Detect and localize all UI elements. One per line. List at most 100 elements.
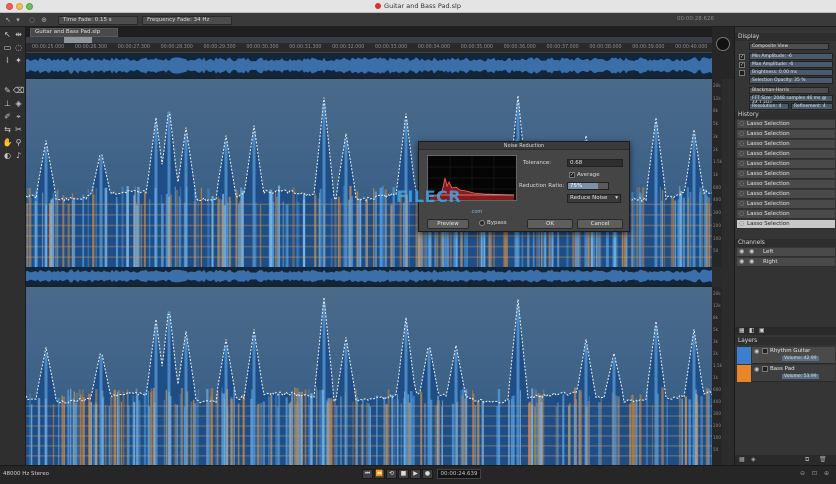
brush-tool-icon[interactable]: ✐ <box>2 111 13 122</box>
refinement-field[interactable]: Refinement: 4 <box>791 103 833 110</box>
spectrogram-right-channel[interactable] <box>26 287 712 465</box>
speaker-tool-icon[interactable]: ♪ <box>13 150 24 161</box>
vertical-scrollbar[interactable] <box>722 79 734 465</box>
layer-duplicate-icon[interactable]: ⧉ <box>805 456 809 464</box>
history-item[interactable]: ◌ Lasso Selection <box>737 150 835 159</box>
rect-select-tool-icon[interactable]: ▭ <box>2 42 13 53</box>
cancel-button[interactable]: Cancel <box>577 219 623 229</box>
frequency-fade-field[interactable]: Frequency Fade: 34 Hz <box>142 16 232 25</box>
ok-button[interactable]: OK <box>527 219 573 229</box>
max-amplitude-slider[interactable]: Max Amplitude: -6 <box>749 61 833 68</box>
time-ruler[interactable]: 00:00:25.000 00:00:26.300 00:00:27.300 00:0… <box>26 43 712 53</box>
frequency-tick-label: 600 <box>713 387 721 392</box>
history-item[interactable]: ◌ Lasso Selection <box>737 200 835 209</box>
layer-row[interactable]: ◉ Bass Pad Volume: 53.99 <box>752 365 835 382</box>
history-item[interactable]: ◌ Lasso Selection <box>737 220 835 229</box>
eye-icon[interactable]: ◉ <box>739 258 744 266</box>
eye-icon[interactable]: ◉ <box>754 348 759 355</box>
lasso-mode-icon[interactable]: ◌ <box>28 16 36 24</box>
tolerance-input[interactable]: 0.68 <box>567 159 623 167</box>
eraser-tool-icon[interactable]: ⌫ <box>13 85 24 96</box>
fft-size-field[interactable]: FFT Size: 2048 samples 46 ms @ 44.1 kHz <box>749 95 833 106</box>
history-item[interactable]: ◌ Lasso Selection <box>737 130 835 139</box>
eye-icon[interactable]: ◉ <box>739 248 744 256</box>
play-button[interactable]: ▶ <box>410 469 421 479</box>
history-item[interactable]: ◌ Lasso Selection <box>737 140 835 149</box>
average-checkbox[interactable]: ✓ <box>569 172 575 178</box>
zoom-tool-icon[interactable]: ⚲ <box>13 137 24 148</box>
display-check-1[interactable]: ✓ <box>739 54 745 60</box>
transport-timecode: 00:00:24.639 <box>437 469 481 479</box>
zoom-out-icon[interactable]: ⊖ <box>800 470 805 477</box>
waveform-middle-strip[interactable] <box>26 267 712 285</box>
lasso-icon: ◌ <box>739 120 745 127</box>
bucket-tool-icon[interactable]: ◈ <box>13 98 24 109</box>
brightness-slider[interactable]: Brightness: 0.00 ms <box>749 69 833 76</box>
clone-stamp-tool-icon[interactable]: ⊥ <box>2 98 13 109</box>
history-item[interactable]: ◌ Lasso Selection <box>737 120 835 129</box>
layer-mask-icon[interactable]: ◧ <box>749 327 754 335</box>
brush-select-tool-icon[interactable]: ⌇ <box>2 55 13 66</box>
shift-tool-icon[interactable]: ⇆ <box>2 124 13 135</box>
record-button[interactable]: ● <box>422 469 433 479</box>
display-check-2[interactable]: ✓ <box>739 62 745 68</box>
layer-add-icon[interactable]: ▦ <box>739 327 744 335</box>
preview-button[interactable]: Preview <box>427 219 469 229</box>
solo-icon[interactable]: ◉ <box>749 248 754 256</box>
options-bar: ↖ ▾ ◌ ⊕ Time Fade: 0.15 s Frequency Fade… <box>0 13 836 27</box>
history-item[interactable]: ◌ Lasso Selection <box>737 160 835 169</box>
trash-icon[interactable]: 🗑 <box>819 456 827 463</box>
layer-volume[interactable]: Volume: 42.99 <box>782 356 819 361</box>
scrub-tool-icon[interactable]: ◐ <box>2 150 13 161</box>
loop-button[interactable]: ⟲ <box>386 469 397 479</box>
layer-volume[interactable]: Volume: 53.99 <box>782 374 819 379</box>
channel-row[interactable]: ◉ ◉ Left <box>737 248 835 257</box>
waveform-top-strip[interactable] <box>26 54 712 77</box>
add-mode-icon[interactable]: ⊕ <box>40 16 48 24</box>
zoom-dial-icon[interactable] <box>716 37 730 51</box>
scissors-tool-icon[interactable]: ✂ <box>13 124 24 135</box>
layer-new-icon[interactable]: ▦ <box>739 456 745 463</box>
selection-opacity-slider[interactable]: Selection Opacity: 35 % <box>749 77 833 84</box>
stop-button[interactable]: ■ <box>398 469 409 479</box>
composite-view-select[interactable]: Composite View <box>749 43 829 50</box>
move-tool-icon[interactable]: ↖ <box>2 29 13 40</box>
eye-icon[interactable]: ◉ <box>754 366 759 373</box>
reduction-ratio-slider[interactable]: 75% <box>567 182 609 190</box>
solo-icon[interactable]: ◉ <box>749 258 754 266</box>
document-tab[interactable]: Guitar and Bass Pad.slp <box>30 28 118 37</box>
dropper-tool-icon[interactable]: ⌖ <box>13 111 24 122</box>
hand-tool-icon[interactable]: ✋ <box>2 137 13 148</box>
frequency-scale-bottom: 20k 12k 8k 5k 3k 2k 1.5k 1k 600 400 300 200 100 50 <box>712 287 722 465</box>
bypass-radio[interactable] <box>479 220 485 226</box>
history-item-label: Lasso Selection <box>747 221 790 227</box>
resolution-field[interactable]: Resolution: 4 <box>749 103 789 110</box>
history-item[interactable]: ◌ Lasso Selection <box>737 210 835 219</box>
layer-delete-icon[interactable]: ▣ <box>759 327 764 335</box>
history-item[interactable]: ◌ Lasso Selection <box>737 180 835 189</box>
magic-wand-tool-icon[interactable]: ✦ <box>13 55 24 66</box>
pencil-tool-icon[interactable]: ✎ <box>2 85 13 96</box>
history-item[interactable]: ◌ Lasso Selection <box>737 170 835 179</box>
lasso-tool-icon[interactable]: ◌ <box>13 42 24 53</box>
window-title-text: Guitar and Bass Pad.slp <box>384 2 461 10</box>
rewind-button[interactable]: ⏪ <box>374 469 385 479</box>
display-check-3[interactable] <box>739 70 745 76</box>
watermark-logo: FILECR <box>396 187 462 206</box>
zoom-fit-icon[interactable]: ⊡ <box>812 470 817 477</box>
min-amplitude-slider[interactable]: Min Amplitude: -6 <box>749 53 833 60</box>
window-type-select[interactable]: Blackman-Harris <box>749 87 829 94</box>
time-fade-field[interactable]: Time Fade: 0.15 s <box>58 16 138 25</box>
channel-row[interactable]: ◉ ◉ Right <box>737 258 835 267</box>
history-item[interactable]: ◌ Lasso Selection <box>737 190 835 199</box>
zoom-in-icon[interactable]: ⊕ <box>824 470 829 477</box>
menu-arrow-icon[interactable]: ▾ <box>14 16 22 24</box>
layer-row[interactable]: ◉ Rhythm Guitar Volume: 42.99 <box>752 347 835 364</box>
ruler-tick-label: 00:00:34.000 <box>417 45 451 50</box>
layer-fx-icon[interactable]: ◈ <box>751 456 756 463</box>
mode-select[interactable]: Reduce Noise ▾ <box>567 194 621 203</box>
waveform-top-graphic <box>26 54 712 77</box>
go-to-start-button[interactable]: ⏮ <box>362 469 373 479</box>
time-select-tool-icon[interactable]: ⇹ <box>13 29 24 40</box>
pointer-tool-icon[interactable]: ↖ <box>4 16 12 24</box>
